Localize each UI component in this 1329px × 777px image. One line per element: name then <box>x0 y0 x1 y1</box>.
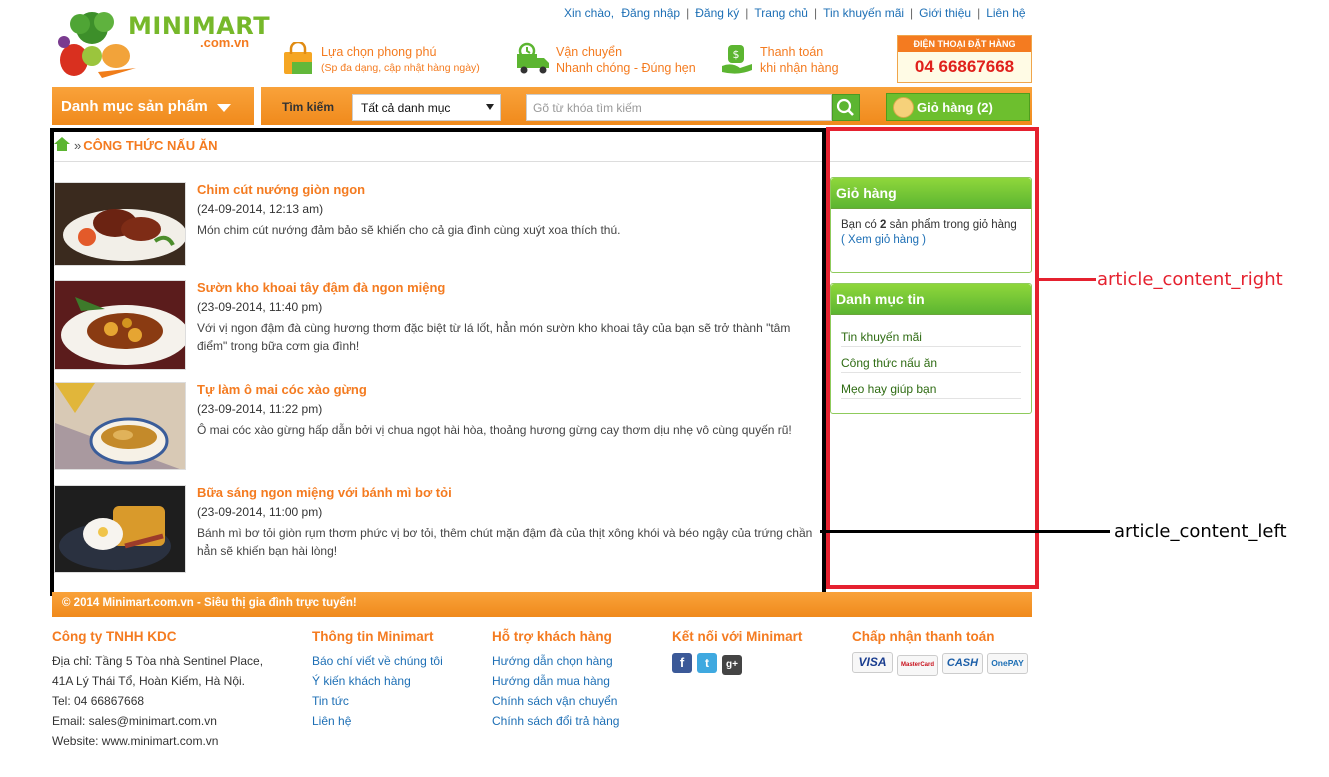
footer-social: Kết nối với Minimart f t g+ <box>672 629 802 675</box>
footer-payment-title: Chấp nhận thanh toán <box>852 629 995 644</box>
annotation-label-left: article_content_left <box>1114 521 1287 542</box>
feature-payment-sub: khi nhận hàng <box>760 61 839 75</box>
cash-on-delivery-icon: CASH <box>942 653 983 674</box>
footer-info: Thông tin Minimart Báo chí viết về chúng… <box>312 629 443 731</box>
category-menu-label: Danh mục sản phẩm <box>61 98 208 115</box>
about-link[interactable]: Giới thiệu <box>919 6 971 20</box>
search-icon <box>836 98 854 116</box>
footer-support: Hỗ trợ khách hàng Hướng dẫn chọn hàng Hư… <box>492 629 619 731</box>
chevron-down-icon <box>217 104 231 112</box>
cart-button[interactable]: Giỏ hàng (2) <box>886 93 1030 121</box>
register-link[interactable]: Đăng ký <box>695 6 739 20</box>
annotation-label-right: article_content_right <box>1097 269 1283 290</box>
footer-link-buy-guide[interactable]: Hướng dẫn mua hàng <box>492 671 619 691</box>
cart-icon <box>893 97 914 118</box>
site-logo[interactable]: MINIMART .com.vn <box>58 8 270 82</box>
contact-link[interactable]: Liên hệ <box>986 6 1025 20</box>
category-select[interactable]: Tất cả danh mục <box>352 94 501 121</box>
hotline-number: 04 66867668 <box>914 57 1015 76</box>
money-hand-icon: $ <box>722 45 752 74</box>
feature-variety-sub: (Sp đa dạng, cập nhật hàng ngày) <box>321 62 480 74</box>
feature-payment-title: Thanh toán <box>760 45 824 59</box>
footer-company-title: Công ty TNHH KDC <box>52 629 177 644</box>
footer-link-feedback[interactable]: Ý kiến khách hàng <box>312 671 443 691</box>
onepay-icon: OnePAY <box>987 653 1028 674</box>
annotation-pointer-left <box>820 530 1110 533</box>
promotions-link[interactable]: Tin khuyến mãi <box>823 6 904 20</box>
facebook-icon[interactable]: f <box>672 653 692 673</box>
footer-link-return-policy[interactable]: Chính sách đổi trả hàng <box>492 711 619 731</box>
search-label: Tìm kiếm <box>282 100 335 114</box>
logo-subtext: .com.vn <box>200 35 250 50</box>
login-link[interactable]: Đăng nhập <box>621 6 680 20</box>
footer-link-contact[interactable]: Liên hệ <box>312 711 443 731</box>
twitter-icon[interactable]: t <box>697 653 717 673</box>
svg-text:$: $ <box>733 48 740 61</box>
footer-address-2: 41A Lý Thái Tổ, Hoàn Kiếm, Hà Nội. <box>52 674 245 688</box>
annotation-box-right <box>826 127 1039 589</box>
annotation-pointer-right <box>1039 278 1096 281</box>
footer-link-shipping-policy[interactable]: Chính sách vận chuyển <box>492 691 619 711</box>
search-bar: Tìm kiếm Tất cả danh mục Gõ từ khóa tìm … <box>261 87 1032 125</box>
hotline-label: ĐIỆN THOẠI ĐẶT HÀNG <box>898 36 1031 52</box>
footer-company: Công ty TNHH KDC Địa chỉ: Tầng 5 Tòa nhà… <box>52 629 263 751</box>
vegetables-icon <box>58 12 136 78</box>
footer-email: Email: sales@minimart.com.vn <box>52 714 217 728</box>
category-select-value: Tất cả danh mục <box>361 101 451 115</box>
feature-variety-title: Lựa chọn phong phú <box>321 45 437 59</box>
footer-tel: Tel: 04 66867668 <box>52 694 145 708</box>
footer-link-press[interactable]: Báo chí viết về chúng tôi <box>312 651 443 671</box>
footer-address-1: Địa chỉ: Tầng 5 Tòa nhà Sentinel Place, <box>52 654 264 668</box>
footer-website: Website: www.minimart.com.vn <box>52 734 219 748</box>
feature-shipping-title: Vận chuyển <box>556 45 623 59</box>
annotation-box-left <box>50 128 826 596</box>
cart-button-label: Giỏ hàng (2) <box>917 100 993 115</box>
footer-payment: Chấp nhận thanh toán VISA MasterCard CASH O… <box>852 629 1032 676</box>
top-links: Xin chào, Đăng nhập | Đăng ký | Trang chủ | Ti… <box>564 6 1026 20</box>
greeting-text: Xin chào, <box>564 6 615 20</box>
category-menu-button[interactable]: Danh mục sản phẩm <box>52 87 254 125</box>
delivery-truck-icon <box>517 42 549 74</box>
google-plus-icon[interactable]: g+ <box>722 655 742 675</box>
search-button[interactable] <box>832 94 860 121</box>
feature-shipping-sub: Nhanh chóng - Đúng hẹn <box>556 61 696 75</box>
footer-info-title: Thông tin Minimart <box>312 629 434 644</box>
home-link[interactable]: Trang chủ <box>754 6 808 20</box>
footer-social-title: Kết nối với Minimart <box>672 629 803 644</box>
footer-link-news[interactable]: Tin tức <box>312 691 443 711</box>
search-input[interactable]: Gõ từ khóa tìm kiếm <box>526 94 832 121</box>
dropdown-arrow-icon <box>486 104 494 110</box>
mastercard-icon: MasterCard <box>897 655 938 676</box>
shopping-bag-icon <box>284 42 312 74</box>
footer-link-choose-guide[interactable]: Hướng dẫn chọn hàng <box>492 651 619 671</box>
copyright-bar: © 2014 Minimart.com.vn - Siêu thị gia đì… <box>52 592 1032 617</box>
hotline-box: ĐIỆN THOẠI ĐẶT HÀNG 04 66867668 <box>897 35 1032 83</box>
footer-support-title: Hỗ trợ khách hàng <box>492 629 612 644</box>
visa-icon: VISA <box>852 652 893 673</box>
